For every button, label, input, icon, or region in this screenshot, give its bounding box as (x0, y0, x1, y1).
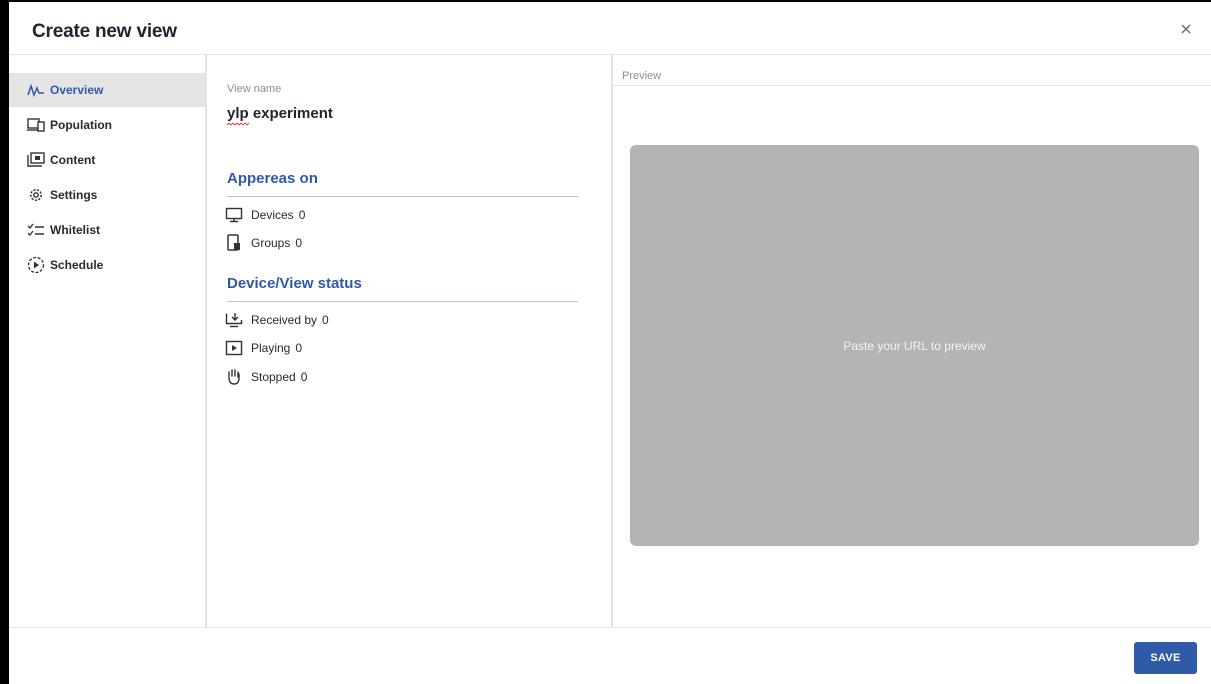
received-label: Received by (251, 313, 318, 327)
overview-panel: View name ylp experiment Appereas on Dev… (207, 55, 611, 627)
monitor-icon (225, 206, 243, 224)
sidebar-item-settings[interactable]: Settings (9, 178, 205, 212)
sidebar-item-label: Whitelist (50, 223, 100, 237)
devices-row: Devices 0 (225, 206, 305, 224)
dialog-footer: SAVE (9, 627, 1211, 684)
close-icon[interactable] (1179, 22, 1193, 36)
preview-placeholder: Paste your URL to preview (843, 338, 986, 353)
playing-count: 0 (295, 341, 303, 355)
sidebar-item-label: Content (50, 153, 96, 167)
playing-label: Playing (251, 341, 291, 355)
sidebar-item-label: Population (50, 118, 112, 132)
sidebar-item-label: Schedule (50, 258, 104, 272)
groups-label: Groups (251, 236, 291, 250)
hand-stop-icon (225, 368, 243, 386)
gear-icon (26, 185, 46, 205)
received-count: 0 (322, 313, 329, 327)
received-row: Received by 0 (225, 311, 329, 329)
devices-label: Devices (251, 208, 294, 222)
sidebar-item-label: Settings (50, 188, 98, 202)
groups-count: 0 (295, 236, 303, 250)
groups-row: Groups 0 (225, 234, 302, 252)
devices-count: 0 (298, 208, 306, 222)
playing-row: Playing 0 (225, 339, 302, 357)
device-view-status-heading: Device/View status (227, 275, 578, 302)
content-folder-icon (26, 150, 46, 170)
sidebar-item-content[interactable]: Content (9, 143, 205, 177)
sidebar: Overview Population Content Settings Whi… (9, 55, 207, 627)
stopped-row: Stopped 0 (225, 368, 307, 386)
group-devices-icon (225, 234, 243, 252)
sidebar-item-whitelist[interactable]: Whitelist (9, 213, 205, 247)
sidebar-item-population[interactable]: Population (9, 108, 205, 142)
preview-pane: Preview Paste your URL to preview (611, 55, 1211, 627)
create-view-dialog: Create new view Overview Population Cont… (9, 2, 1211, 684)
download-monitor-icon (225, 311, 243, 329)
activity-icon (26, 80, 46, 100)
sidebar-item-overview[interactable]: Overview (9, 73, 205, 107)
save-button[interactable]: SAVE (1134, 642, 1197, 674)
appears-on-heading: Appereas on (227, 170, 578, 197)
spellcheck-underline (227, 122, 249, 126)
preview-label: Preview (613, 55, 1211, 86)
sidebar-item-label: Overview (50, 83, 104, 97)
devices-icon (26, 115, 46, 135)
stopped-label: Stopped (251, 370, 296, 384)
dialog-title: Create new view (32, 21, 177, 42)
preview-area[interactable]: Paste your URL to preview (630, 145, 1199, 546)
play-screen-icon (225, 339, 243, 357)
view-name-value[interactable]: ylp experiment (227, 105, 333, 122)
dialog-header: Create new view (9, 2, 1211, 55)
stopped-count: 0 (300, 370, 308, 384)
schedule-play-icon (26, 255, 46, 275)
sidebar-item-schedule[interactable]: Schedule (9, 248, 205, 282)
view-name-label: View name (227, 83, 282, 95)
checklist-icon (26, 220, 46, 240)
